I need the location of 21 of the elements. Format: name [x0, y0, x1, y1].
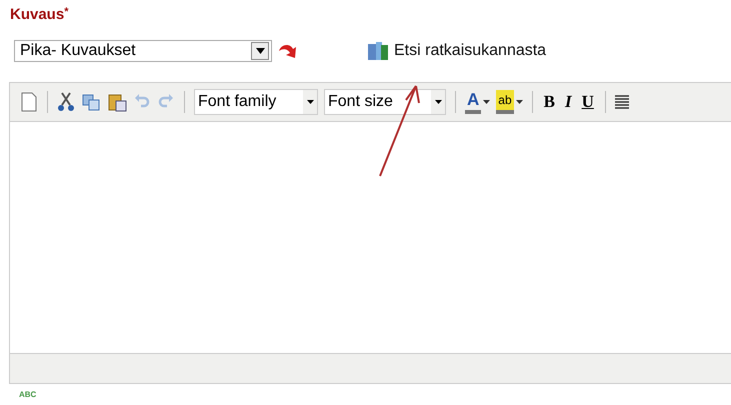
search-knowledge-base-link[interactable]: Etsi ratkaisukannasta: [394, 42, 546, 60]
caret-icon[interactable]: [483, 100, 490, 104]
caret-icon: [434, 100, 442, 104]
bold-button[interactable]: B: [542, 92, 557, 112]
caret-icon[interactable]: [516, 100, 523, 104]
font-color-button[interactable]: A: [465, 90, 482, 114]
books-icon: [367, 41, 389, 61]
align-justify-icon[interactable]: [614, 94, 629, 110]
scissors-icon[interactable]: [57, 92, 75, 112]
italic-button[interactable]: I: [562, 92, 574, 112]
caret-icon: [256, 48, 264, 54]
clipboard-icon[interactable]: [107, 92, 127, 112]
highlight-color-button[interactable]: ab: [496, 90, 514, 114]
caret-icon: [306, 100, 314, 104]
copy-icon[interactable]: [81, 92, 101, 112]
quick-description-dropdown[interactable]: Pika- Kuvaukset: [14, 40, 272, 62]
font-size-dropdown[interactable]: Font size: [324, 89, 446, 115]
field-label: Kuvaus$^{*}$: [9, 5, 68, 23]
font-family-dropdown[interactable]: Font family: [194, 89, 318, 115]
underline-button[interactable]: U: [580, 92, 596, 112]
new-document-icon[interactable]: [20, 92, 38, 112]
